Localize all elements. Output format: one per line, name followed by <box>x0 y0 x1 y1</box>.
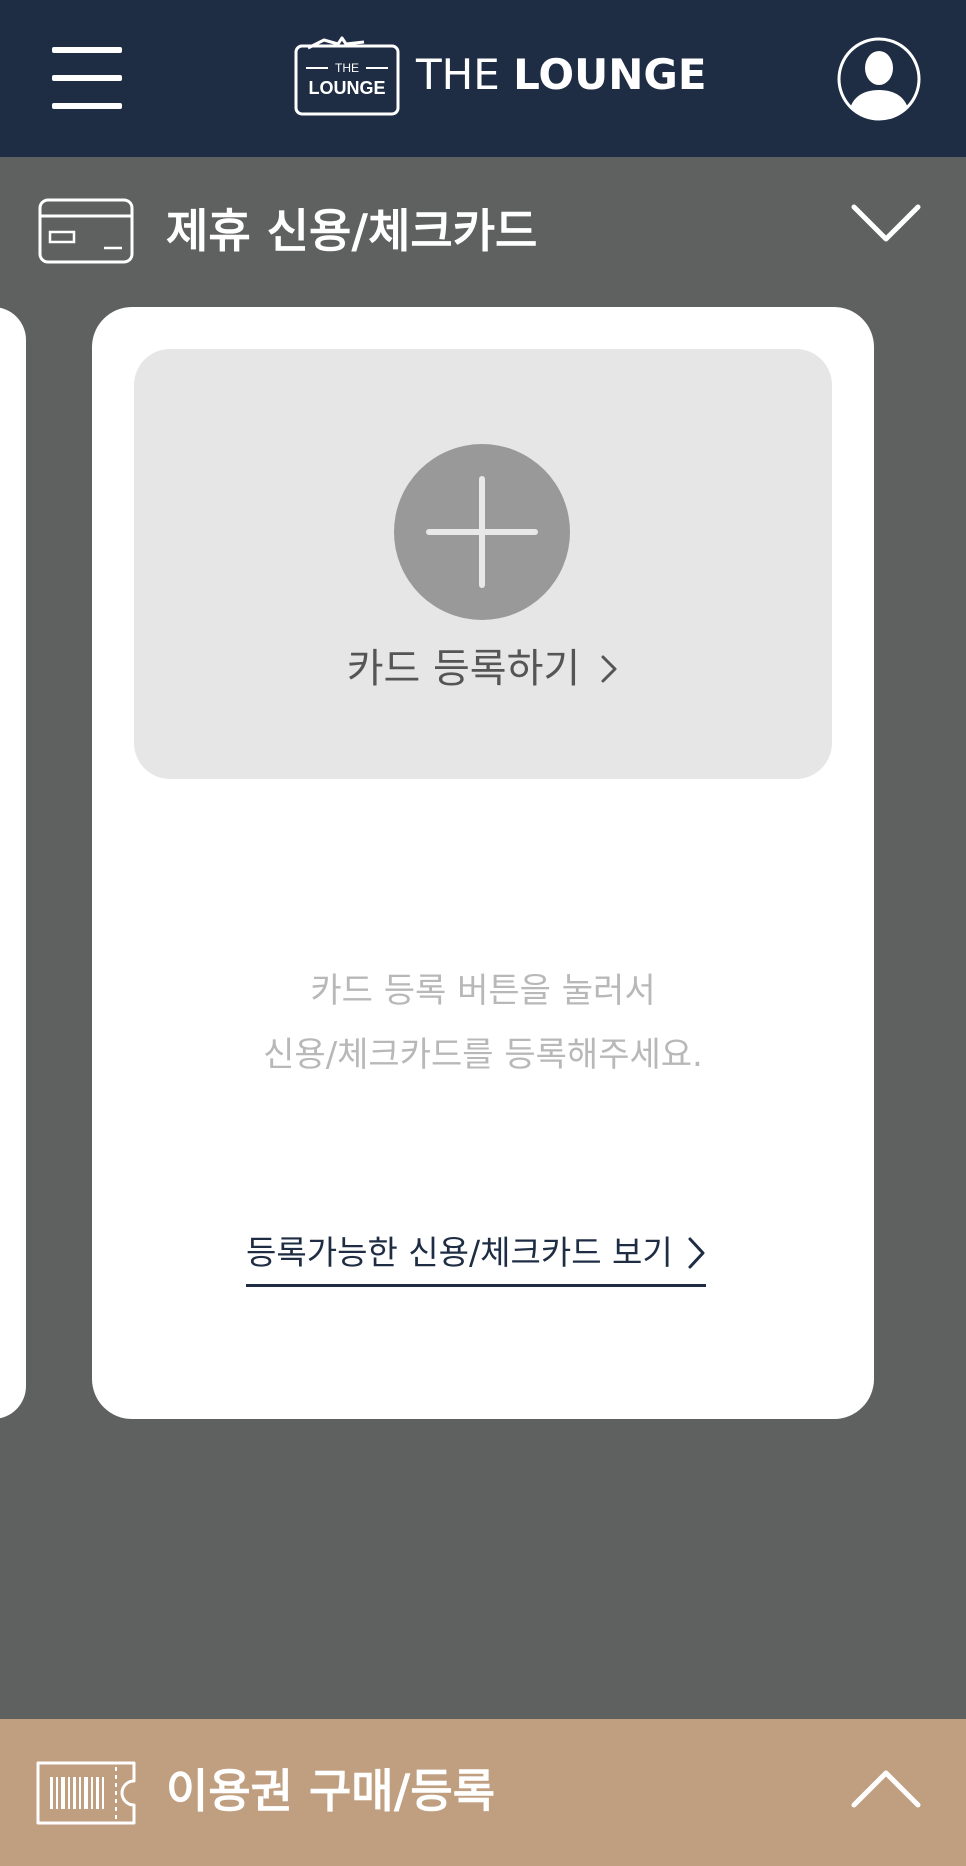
user-profile-icon[interactable] <box>836 36 922 122</box>
plus-icon <box>394 444 570 620</box>
available-cards-link-text: 등록가능한 신용/체크카드 보기 <box>246 1233 673 1272</box>
register-hint: 카드 등록 버튼을 눌러서 신용/체크카드를 등록해주세요. <box>92 959 874 1087</box>
logo-text-bold: LOUNGE <box>513 50 707 99</box>
previous-card-peek[interactable] <box>0 307 26 1419</box>
logo-wordmark: THE LOUNGE <box>416 50 707 100</box>
add-card-label-row: 카드 등록하기 <box>134 641 832 697</box>
chevron-down-icon[interactable] <box>850 201 922 245</box>
hint-line-2: 신용/체크카드를 등록해주세요. <box>263 1035 703 1075</box>
app-logo[interactable]: THE LOUNGE THE LOUNGE <box>294 32 707 118</box>
chevron-up-icon[interactable] <box>850 1767 922 1811</box>
ticket-section-bar[interactable]: 이용권 구매/등록 <box>0 1719 966 1866</box>
credit-card-icon <box>38 198 134 264</box>
logo-badge-top-text: THE <box>335 61 359 75</box>
available-cards-link[interactable]: 등록가능한 신용/체크카드 보기 <box>246 1225 706 1287</box>
add-card-label: 카드 등록하기 <box>346 646 581 692</box>
section-title: 제휴 신용/체크카드 <box>166 204 538 258</box>
add-card-button[interactable]: 카드 등록하기 <box>134 349 832 779</box>
card-section-header[interactable]: 제휴 신용/체크카드 <box>0 157 966 307</box>
logo-badge-icon: THE LOUNGE <box>294 36 400 116</box>
logo-text-light: THE <box>416 50 514 99</box>
card-register-panel: 카드 등록하기 카드 등록 버튼을 눌러서 신용/체크카드를 등록해주세요. 등… <box>92 307 874 1419</box>
ticket-barcode-icon <box>36 1761 136 1825</box>
hint-line-1: 카드 등록 버튼을 눌러서 <box>310 971 656 1011</box>
ticket-section-title: 이용권 구매/등록 <box>166 1764 496 1818</box>
app-header: THE LOUNGE THE LOUNGE <box>0 0 966 157</box>
logo-badge-bottom-text: LOUNGE <box>308 78 385 98</box>
chevron-right-icon <box>688 1237 705 1269</box>
chevron-right-icon <box>601 655 617 683</box>
hamburger-menu-icon[interactable] <box>52 47 122 109</box>
